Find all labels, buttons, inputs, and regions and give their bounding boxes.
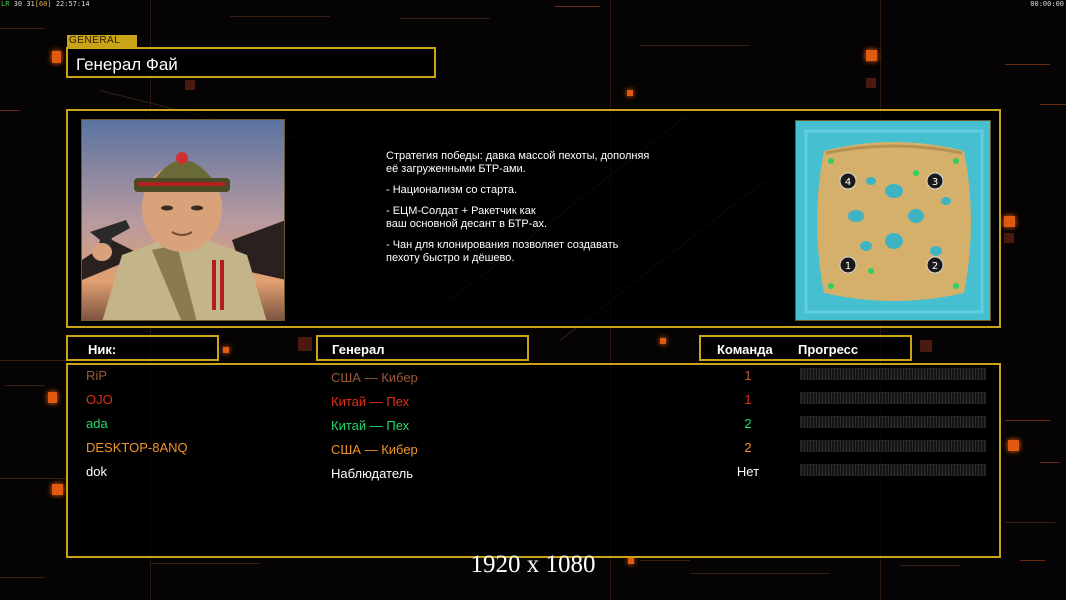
desc-line-3b: ваш основной десант в БТР-ах.	[386, 218, 548, 230]
player-nick: ada	[86, 416, 108, 431]
player-progress-bar	[800, 440, 986, 452]
svg-text:4: 4	[845, 177, 851, 188]
general-header-label: Генерал	[332, 342, 385, 357]
column-header-general: Генерал	[316, 335, 529, 361]
svg-text:3: 3	[932, 177, 938, 188]
player-progress-bar	[800, 368, 986, 380]
player-general: Китай — Пех	[331, 418, 410, 433]
start-position-3: 3	[926, 172, 944, 190]
general-tag: GENERAL	[67, 35, 137, 47]
fps-status: LR 30 31[60] 22:57:14	[1, 0, 90, 8]
status-value-b: 31	[26, 0, 35, 8]
desc-line-2: - Национализм со старта.	[386, 184, 518, 196]
nick-header-label: Ник:	[88, 342, 117, 357]
player-team: Нет	[736, 464, 760, 479]
player-team: 2	[744, 440, 752, 455]
player-row: dok Наблюдатель Нет	[68, 462, 999, 484]
desc-line-4b: пехоту быстро и дёшево.	[386, 252, 515, 264]
player-team: 2	[744, 416, 752, 431]
desc-line-3a: - ЕЦМ-Солдат + Ракетчик как	[386, 205, 536, 217]
player-nick: dok	[86, 464, 107, 479]
desc-line-1a: Стратегия победы: давка массой пехоты, д…	[386, 150, 650, 162]
player-nick: RiP	[86, 368, 107, 383]
status-tag: LR	[1, 0, 10, 8]
player-general: Китай — Пех	[331, 394, 410, 409]
map-preview[interactable]: 4 3 1 2	[795, 120, 991, 321]
player-progress-bar	[800, 464, 986, 476]
player-general: Наблюдатель	[331, 466, 414, 481]
status-fps-cap: [60]	[34, 0, 52, 8]
player-progress-bar	[800, 392, 986, 404]
progress-header-label: Прогресс	[798, 342, 859, 357]
start-position-4: 4	[839, 172, 857, 190]
game-timer: 00:00:00	[1030, 0, 1064, 8]
player-nick: OJO	[86, 392, 113, 407]
players-list: RiP США — Кибер 1 OJO Китай — Пех 1 ada …	[66, 363, 1001, 558]
svg-text:1: 1	[845, 261, 851, 272]
general-description: Стратегия победы: давка массой пехоты, д…	[386, 150, 726, 273]
player-row: RiP США — Кибер 1	[68, 366, 999, 388]
player-row: DESKTOP-8ANQ США — Кибер 2	[68, 438, 999, 460]
map-preview-image: 4 3 1 2	[796, 121, 990, 320]
general-name: Генерал Фай	[76, 55, 178, 74]
general-portrait	[81, 119, 285, 321]
clock: 22:57:14	[55, 0, 90, 8]
player-row: ada Китай — Пех 2	[68, 414, 999, 436]
player-team: 1	[744, 368, 752, 383]
status-value-a: 30	[13, 0, 23, 8]
start-position-1: 1	[839, 256, 857, 274]
player-row: OJO Китай — Пех 1	[68, 390, 999, 412]
player-team: 1	[744, 392, 752, 407]
general-info-panel: Стратегия победы: давка массой пехоты, д…	[66, 109, 1001, 328]
desc-line-4a: - Чан для клонирования позволяет создава…	[386, 239, 619, 251]
general-title-box: Генерал Фай	[66, 47, 436, 78]
column-header-nick: Ник:	[66, 335, 219, 361]
general-portrait-image	[82, 120, 284, 320]
player-general: США — Кибер	[331, 370, 418, 385]
resolution-label: 1920 x 1080	[470, 551, 596, 578]
player-general: США — Кибер	[331, 442, 418, 457]
start-position-2: 2	[926, 256, 944, 274]
svg-text:2: 2	[932, 261, 938, 272]
player-progress-bar	[800, 416, 986, 428]
column-header-team-progress: Команда Прогресс	[699, 335, 912, 361]
player-nick: DESKTOP-8ANQ	[86, 440, 188, 455]
team-header-label: Команда	[717, 342, 773, 357]
desc-line-1b: её загруженными БТР-ами.	[386, 163, 526, 175]
